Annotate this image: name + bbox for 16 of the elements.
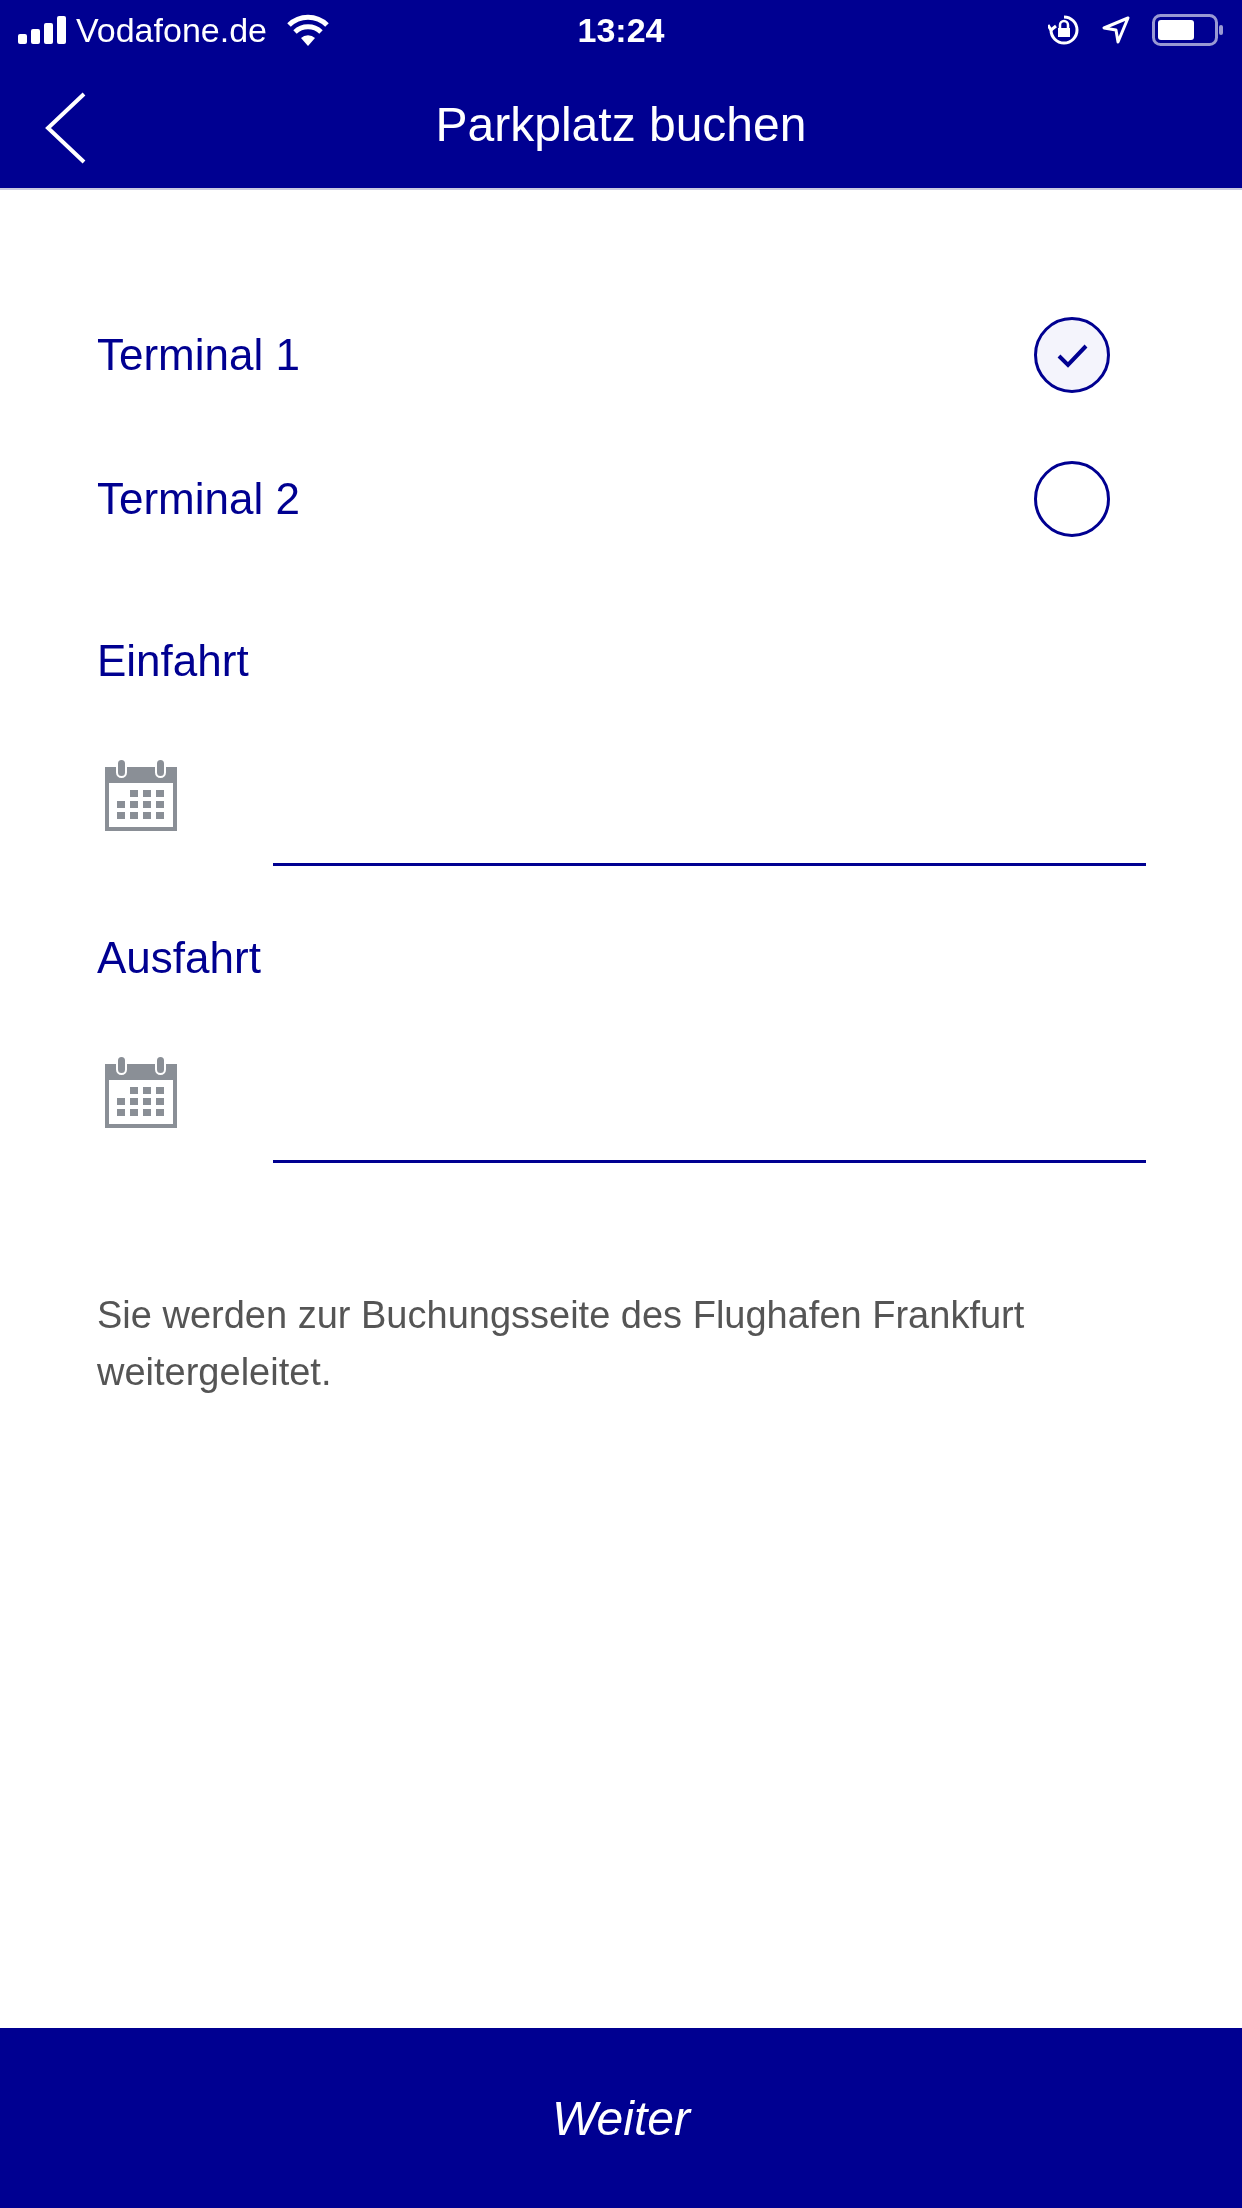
redirect-note: Sie werden zur Buchungsseite des Flughafen Frankfurt weitergeleitet. — [97, 1293, 1026, 1395]
wifi-icon — [286, 14, 329, 46]
signal-icon — [18, 16, 66, 44]
status-time: 13:24 — [577, 10, 665, 50]
terminal-label: Terminal 2 — [97, 474, 300, 524]
battery-icon — [1152, 14, 1224, 46]
calendar-icon — [105, 759, 177, 831]
field-label: Ausfahrt — [97, 933, 261, 982]
carrier-name: Vodafone.de — [76, 10, 267, 50]
rotation-lock-icon — [1048, 14, 1080, 46]
calendar-icon — [105, 1056, 177, 1128]
location-arrow-icon — [1102, 16, 1130, 44]
screen-title: Parkplatz buchen — [435, 96, 807, 152]
continue-button[interactable]: Weiter — [0, 2028, 1242, 2208]
field-label: Einfahrt — [97, 636, 249, 685]
terminal-label: Terminal 1 — [97, 330, 300, 380]
